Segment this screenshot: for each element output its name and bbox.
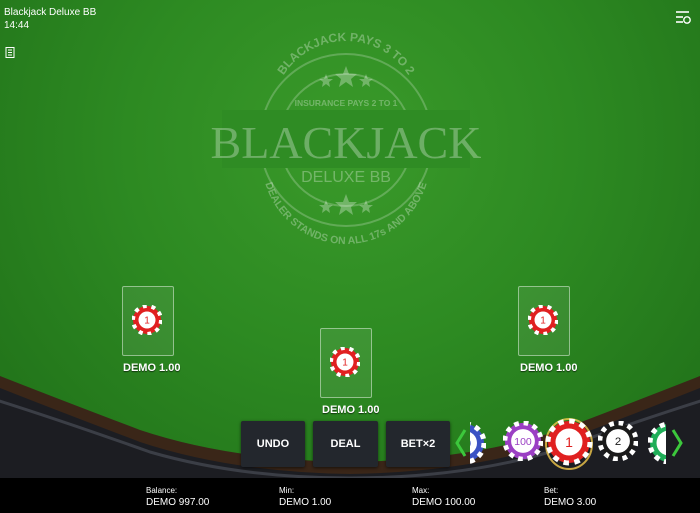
bet-spot-center[interactable]: 1	[320, 328, 372, 398]
bet-spot-left[interactable]: 1	[122, 286, 174, 356]
clock: 14:44	[4, 20, 30, 31]
svg-text:1: 1	[342, 358, 348, 369]
status-bar: Balance: DEMO 997.00 Min: DEMO 1.00 Max:…	[0, 478, 700, 513]
bet-spot-right-label: DEMO 1.00	[520, 362, 578, 374]
bet-label: Bet:	[544, 486, 559, 495]
bet-stat: Bet: DEMO 3.00	[544, 486, 596, 509]
svg-text:2: 2	[615, 436, 621, 448]
game-table: BLACKJACK PAYS 3 TO 2 INSURANCE PAYS 2 T…	[0, 0, 700, 478]
svg-text:1: 1	[565, 434, 573, 450]
bet-value: DEMO 3.00	[544, 497, 597, 508]
chip-1-selected[interactable]: 1	[545, 410, 593, 470]
chevron-left-icon[interactable]	[454, 428, 468, 458]
svg-text:100: 100	[514, 437, 532, 448]
deal-button[interactable]: DEAL	[313, 421, 378, 467]
bet-spot-left-label: DEMO 1.00	[123, 362, 181, 374]
game-info: Blackjack Deluxe BB 14:44	[4, 6, 96, 32]
max-value: DEMO 100.00	[412, 497, 476, 508]
balance-label: Balance:	[146, 486, 178, 495]
max-stat: Max: DEMO 100.00	[412, 486, 475, 509]
chip-2[interactable]: 2	[598, 421, 638, 461]
bet-chip: 1	[330, 347, 360, 377]
bet-spot-right[interactable]: 1	[518, 286, 570, 356]
min-value: DEMO 1.00	[279, 497, 332, 508]
balance-value: DEMO 997.00	[146, 497, 210, 508]
game-title: Blackjack Deluxe BB	[4, 7, 97, 18]
chip-1-green: 1	[648, 422, 666, 464]
min-stat: Min: DEMO 1.00	[279, 486, 331, 509]
menu-icon[interactable]	[675, 10, 691, 24]
balance-stat: Balance: DEMO 997.00	[146, 486, 209, 509]
svg-text:1: 1	[144, 316, 150, 327]
min-label: Min:	[279, 486, 295, 495]
bet-x2-button[interactable]: BET×2	[386, 421, 450, 467]
undo-button[interactable]: UNDO	[241, 421, 305, 467]
chip-1-green-partial[interactable]: 1	[648, 422, 666, 464]
chip-100[interactable]: 100	[503, 421, 543, 461]
chevron-right-icon[interactable]	[670, 428, 684, 458]
rules-icon[interactable]	[5, 47, 15, 58]
chip-10: 10	[470, 422, 486, 464]
bet-chip: 1	[132, 305, 162, 335]
svg-text:1: 1	[540, 316, 546, 327]
svg-text:10: 10	[470, 438, 471, 450]
chip-10-partial[interactable]: 10	[470, 422, 486, 464]
bet-spot-center-label: DEMO 1.00	[322, 404, 380, 416]
max-label: Max:	[412, 486, 430, 495]
bet-chip: 1	[528, 305, 558, 335]
